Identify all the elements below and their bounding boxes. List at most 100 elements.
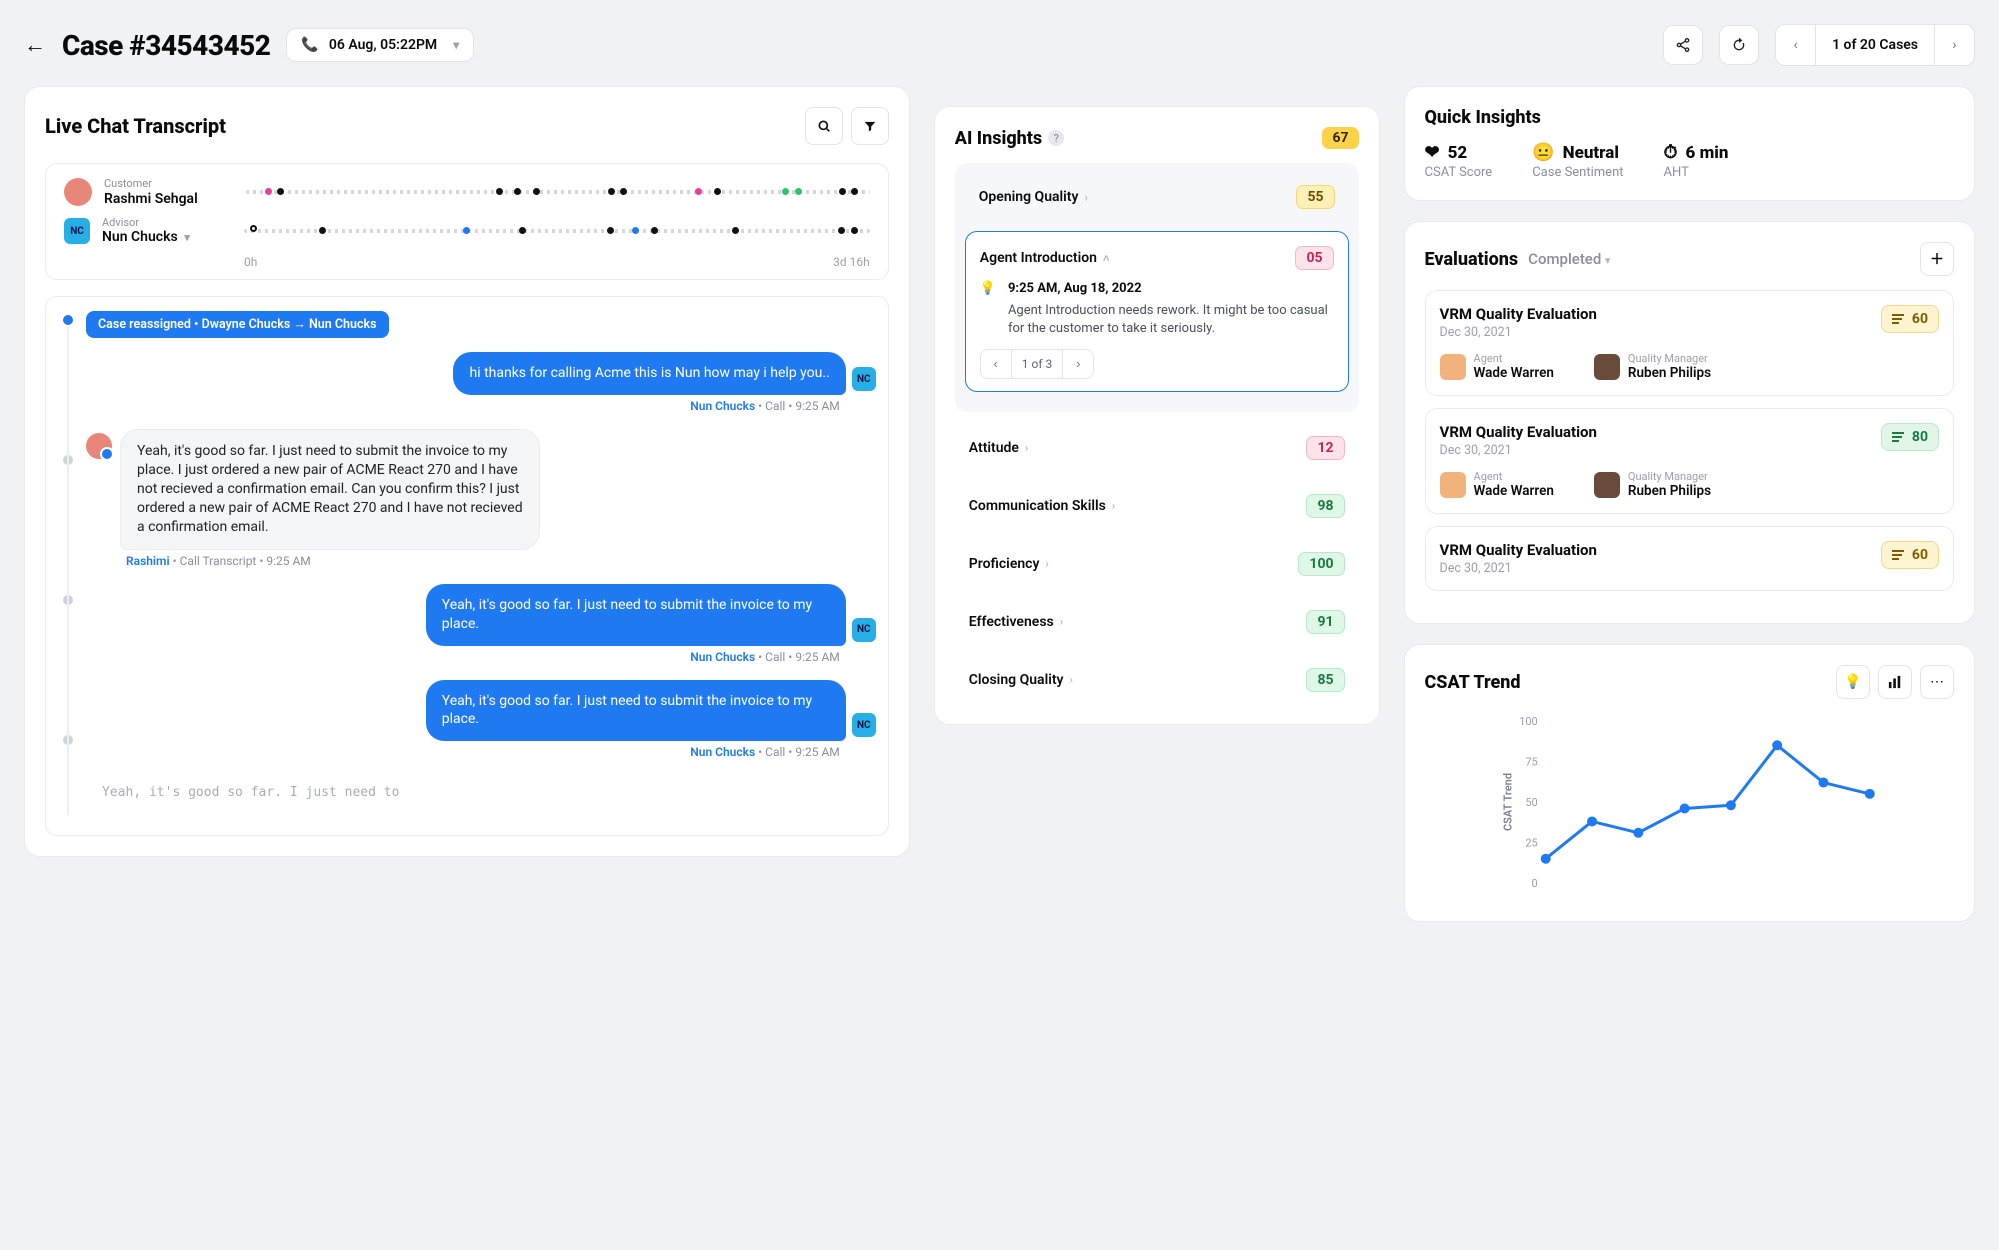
- list-icon: [1892, 550, 1906, 560]
- evaluation-date: Dec 30, 2021: [1440, 325, 1597, 340]
- trend-bulb-button[interactable]: 💡: [1836, 665, 1870, 699]
- evaluation-date: Dec 30, 2021: [1440, 561, 1597, 576]
- insight-timestamp: 9:25 AM, Aug 18, 2022: [1008, 280, 1334, 298]
- info-icon[interactable]: ?: [1048, 130, 1064, 146]
- advisor-mini-avatar: NC: [852, 618, 876, 642]
- lightbulb-icon: 💡: [980, 280, 996, 298]
- insight-row-communication-skills[interactable]: Communication Skills›98: [955, 482, 1359, 530]
- pager-label: 1 of 20 Cases: [1816, 25, 1934, 65]
- heart-icon: ❤: [1425, 142, 1440, 163]
- chevron-right-icon: ›: [1025, 441, 1028, 454]
- share-button[interactable]: [1663, 25, 1703, 65]
- insight-row-attitude[interactable]: Attitude›12: [955, 424, 1359, 472]
- insight-row-closing-quality[interactable]: Closing Quality›85: [955, 656, 1359, 704]
- quick-insight-sentiment: 😐Neutral Case Sentiment: [1532, 142, 1623, 180]
- insight-row-agent-introduction: Agent Introduction˄ 05 💡 9:25 AM, Aug 18…: [965, 231, 1349, 392]
- insight-score: 98: [1306, 494, 1344, 518]
- evaluation-quality-manager: Quality ManagerRuben Philips: [1594, 470, 1711, 499]
- insight-row-opening[interactable]: Opening Quality› 55: [965, 173, 1349, 221]
- quick-insights-card: Quick Insights ❤52 CSAT Score 😐Neutral C…: [1404, 86, 1975, 201]
- svg-text:75: 75: [1525, 756, 1537, 769]
- refresh-button[interactable]: [1719, 25, 1759, 65]
- advisor-mini-avatar: NC: [852, 367, 876, 391]
- transcript-title: Live Chat Transcript: [45, 114, 226, 138]
- neutral-face-icon: 😐: [1532, 142, 1554, 163]
- share-icon: [1675, 37, 1691, 53]
- list-icon: [1892, 432, 1906, 442]
- message-meta: Nun Chucks • Call • 9:25 AM: [86, 399, 876, 413]
- message-bubble: hi thanks for calling Acme this is Nun h…: [453, 352, 845, 395]
- customer-avatar: [64, 178, 92, 206]
- chevron-right-icon: ›: [1060, 615, 1063, 628]
- evaluation-date: Dec 30, 2021: [1440, 443, 1597, 458]
- advisor-mini-avatar: NC: [852, 713, 876, 737]
- insight-row-proficiency[interactable]: Proficiency›100: [955, 540, 1359, 588]
- insight-score: 05: [1295, 246, 1333, 270]
- list-icon: [1892, 314, 1906, 324]
- customer-mini-avatar: [86, 433, 112, 459]
- insight-score: 91: [1306, 610, 1344, 634]
- evaluation-score: 60: [1881, 305, 1939, 333]
- refresh-icon: [1731, 37, 1747, 53]
- message-meta: Rashimi • Call Transcript • 9:25 AM: [86, 554, 876, 568]
- trend-chart-type-button[interactable]: [1878, 665, 1912, 699]
- timeline-start-label: 0h: [244, 255, 257, 269]
- customer-name: Rashmi Sehgal: [104, 191, 234, 207]
- advisor-role-label: Advisor: [102, 217, 232, 230]
- insight-row-effectiveness[interactable]: Effectiveness›91: [955, 598, 1359, 646]
- svg-text:25: 25: [1525, 837, 1537, 850]
- customer-role-label: Customer: [104, 178, 234, 191]
- case-date-picker[interactable]: 📞 06 Aug, 05:22PM ▾: [286, 28, 474, 62]
- evaluation-card[interactable]: VRM Quality Evaluation Dec 30, 2021 60: [1425, 526, 1954, 591]
- transcript-filter-button[interactable]: [851, 107, 889, 145]
- ai-insights-title: AI Insights: [955, 128, 1042, 149]
- filter-icon: [863, 119, 877, 133]
- quick-insights-title: Quick Insights: [1425, 107, 1954, 128]
- transcript-card: Live Chat Transcript Customer Rashmi Seh…: [24, 86, 910, 857]
- trend-more-button[interactable]: ⋯: [1920, 665, 1954, 699]
- bar-chart-icon: [1888, 675, 1902, 689]
- advisor-select[interactable]: Nun Chucks ▾: [102, 229, 232, 245]
- evaluations-state-filter[interactable]: Completed ▾: [1528, 250, 1610, 268]
- insight-pager-prev[interactable]: ‹: [981, 350, 1011, 378]
- evaluation-title: VRM Quality Evaluation: [1440, 423, 1597, 441]
- insight-pager-next[interactable]: ›: [1063, 350, 1093, 378]
- evaluation-card[interactable]: VRM Quality EvaluationDec 30, 202160Agen…: [1425, 290, 1954, 396]
- participants-panel: Customer Rashmi Sehgal NC Advisor N: [45, 163, 889, 280]
- more-icon: ⋯: [1930, 674, 1944, 690]
- case-date-label: 06 Aug, 05:22PM: [329, 37, 437, 53]
- transcript-thread: Case reassigned • Dwayne Chucks → Nun Ch…: [45, 296, 889, 836]
- message-bubble: Yeah, it's good so far. I just need to s…: [120, 429, 540, 549]
- chevron-up-icon[interactable]: ˄: [1103, 252, 1109, 265]
- ai-overall-score: 67: [1322, 127, 1358, 149]
- chevron-right-icon: ›: [1045, 557, 1048, 570]
- customer-timeline: [246, 187, 870, 197]
- add-evaluation-button[interactable]: ＋: [1920, 242, 1954, 276]
- insight-score: 100: [1298, 552, 1344, 576]
- insight-pager: ‹ 1 of 3 ›: [980, 349, 1094, 379]
- lightbulb-icon: 💡: [1844, 674, 1861, 690]
- insight-score: 12: [1306, 436, 1344, 460]
- csat-trend-chart: CSAT Trend0255075100: [1425, 711, 1954, 901]
- message-bubble: Yeah, it's good so far. I just need to s…: [426, 584, 846, 646]
- chevron-right-icon: ›: [1112, 499, 1115, 512]
- transcript-tail-text: Yeah, it's good so far. I just need to: [86, 775, 876, 802]
- case-title: Case #34543452: [62, 29, 270, 62]
- evaluation-quality-manager: Quality ManagerRuben Philips: [1594, 352, 1711, 381]
- pager-next-button[interactable]: ›: [1934, 25, 1974, 65]
- evaluation-title: VRM Quality Evaluation: [1440, 541, 1597, 559]
- stopwatch-icon: ⏱: [1664, 142, 1678, 163]
- insight-score: 85: [1306, 668, 1344, 692]
- message-meta: Nun Chucks • Call • 9:25 AM: [86, 650, 876, 664]
- evaluation-card[interactable]: VRM Quality EvaluationDec 30, 202180Agen…: [1425, 408, 1954, 514]
- pager-prev-button[interactable]: ‹: [1776, 25, 1816, 65]
- svg-text:CSAT Trend: CSAT Trend: [1501, 773, 1514, 831]
- system-event-pill: Case reassigned • Dwayne Chucks → Nun Ch…: [86, 311, 389, 338]
- transcript-search-button[interactable]: [805, 107, 843, 145]
- csat-trend-card: CSAT Trend 💡 ⋯ CSAT Trend0255075100: [1404, 644, 1975, 922]
- evaluation-score: 60: [1881, 541, 1939, 569]
- back-button[interactable]: ←: [24, 32, 46, 58]
- svg-text:0: 0: [1531, 877, 1537, 890]
- chevron-down-icon: ▾: [182, 231, 190, 244]
- evaluation-score: 80: [1881, 423, 1939, 451]
